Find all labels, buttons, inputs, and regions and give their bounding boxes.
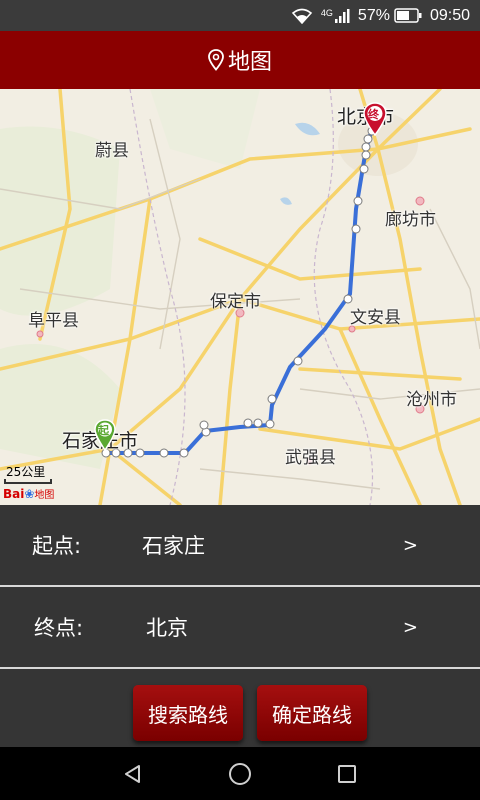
- start-point-value: 石家庄: [142, 534, 205, 558]
- start-marker-icon[interactable]: 起: [94, 419, 116, 451]
- map-label-fuping: 阜平县: [28, 311, 79, 331]
- end-point-row[interactable]: 终点: 北京 >: [0, 587, 480, 667]
- battery-icon: [394, 8, 422, 23]
- map-label-wenan: 文安县: [350, 308, 401, 328]
- map-label-langfang: 廊坊市: [385, 210, 436, 230]
- map-view[interactable]: 北京市 蔚县 廊坊市 保定市 文安县 阜平县 沧州市 石家庄市 武强县 起 终 …: [0, 89, 480, 505]
- app-header: 地图: [0, 31, 480, 89]
- search-route-button[interactable]: 搜索路线: [133, 685, 243, 741]
- end-marker-icon[interactable]: 终: [363, 102, 387, 136]
- map-label-yuxian: 蔚县: [95, 141, 129, 161]
- start-marker-label: 起: [98, 424, 109, 437]
- baidu-logo-text: Bai: [3, 487, 25, 501]
- status-bar: 4G 57% 09:50: [0, 0, 480, 31]
- baidu-logo-suffix: 地图: [34, 490, 55, 501]
- system-nav-bar: [0, 747, 480, 800]
- map-label-wuqiang: 武强县: [285, 448, 336, 468]
- end-marker-label: 终: [368, 108, 379, 121]
- start-point-label: 起点:: [32, 534, 82, 558]
- wifi-icon: [291, 8, 313, 24]
- map-label-cangzhou: 沧州市: [406, 390, 457, 410]
- back-icon[interactable]: [113, 754, 153, 794]
- confirm-route-button[interactable]: 确定路线: [257, 685, 367, 741]
- end-point-label: 终点:: [34, 616, 84, 640]
- paw-icon: ❀: [24, 487, 35, 501]
- network-type: 4G: [320, 7, 333, 18]
- start-point-row[interactable]: 起点: 石家庄 >: [0, 505, 480, 585]
- map-label-baoding: 保定市: [210, 292, 261, 312]
- home-icon[interactable]: [220, 754, 260, 794]
- action-bar: 搜索路线 确定路线: [0, 669, 480, 747]
- baidu-map-logo: Bai❀地图: [3, 486, 54, 501]
- chevron-right-icon: >: [402, 534, 418, 556]
- battery-percent: 57%: [357, 6, 390, 24]
- location-pin-icon: [208, 49, 224, 71]
- map-scale-label: 25公里: [6, 465, 46, 479]
- page-title: 地图: [227, 50, 272, 75]
- clock: 09:50: [429, 6, 470, 24]
- cell-signal-icon: 4G: [321, 8, 350, 24]
- map-scale-bar: [4, 479, 52, 484]
- recent-apps-icon[interactable]: [327, 754, 367, 794]
- end-point-value: 北京: [146, 616, 188, 640]
- chevron-right-icon: >: [402, 616, 418, 638]
